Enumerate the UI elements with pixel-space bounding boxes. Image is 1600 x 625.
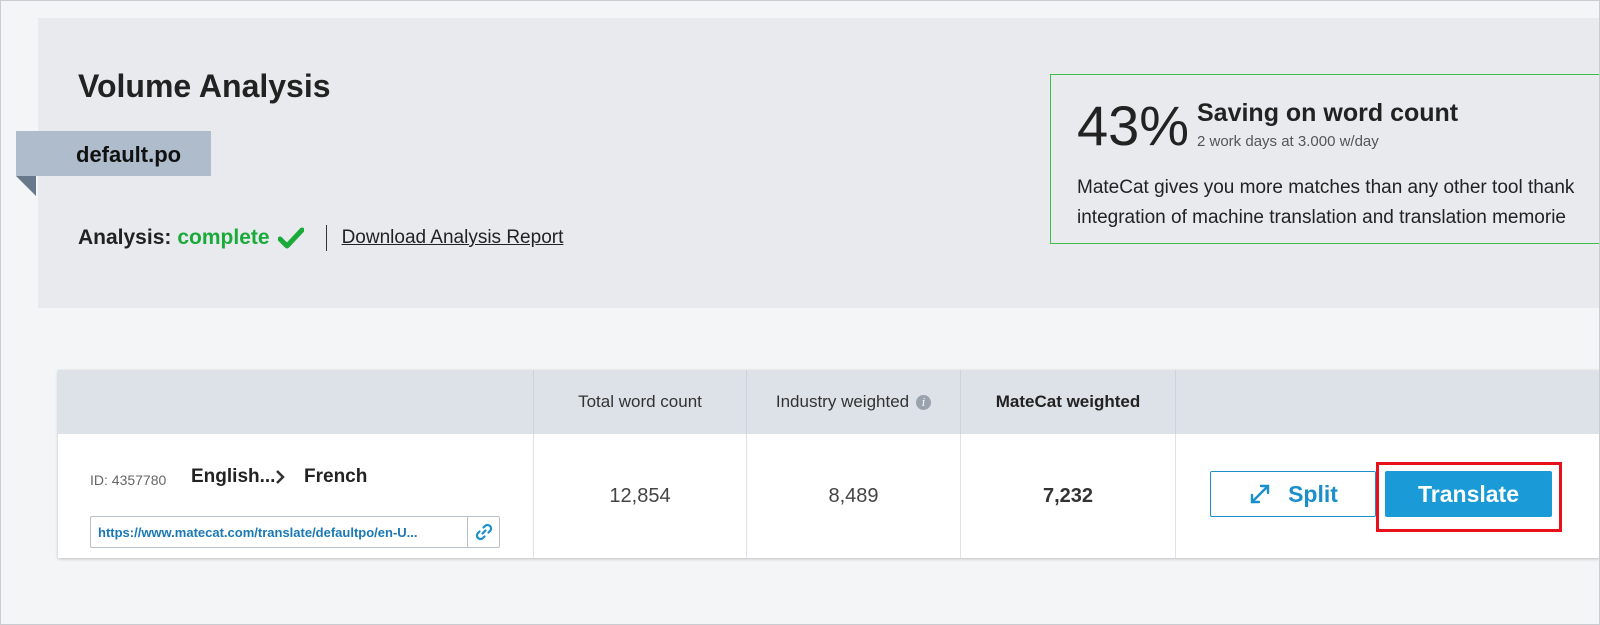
header-total-word-count: Total word count: [534, 370, 747, 434]
table-header: Total word count Industry weighted i Mat…: [58, 370, 1600, 434]
expand-arrows-icon: [1250, 484, 1270, 504]
header-industry-label: Industry weighted: [775, 392, 910, 411]
info-icon[interactable]: i: [916, 394, 932, 410]
header-total-label: Total word count: [578, 392, 702, 411]
saving-description: MateCat gives you more matches than any …: [1077, 173, 1600, 233]
job-id: ID: 4357780: [90, 472, 167, 488]
source-language: English...: [191, 466, 276, 487]
page-title: Volume Analysis: [78, 68, 331, 104]
header-job: [58, 370, 534, 434]
actions-cell: Split Translate: [1176, 434, 1600, 558]
saving-description-line-2: integration of machine translation and t…: [1077, 207, 1566, 228]
analysis-label: Analysis:: [78, 226, 172, 249]
divider: [325, 225, 327, 251]
header-matecat-weighted: MateCat weighted: [961, 370, 1176, 434]
header-matecat-label: MateCat weighted: [995, 392, 1141, 411]
analysis-status-line: Analysis: complete Download Analysis Rep…: [78, 225, 563, 251]
table-row: ID: 4357780 English... French https://ww…: [58, 434, 1600, 558]
file-name-tag: default.po: [16, 131, 211, 176]
split-button[interactable]: Split: [1210, 471, 1376, 517]
target-language: French: [304, 466, 368, 487]
translate-button[interactable]: Translate: [1385, 471, 1552, 517]
download-analysis-report-link[interactable]: Download Analysis Report: [342, 227, 564, 249]
saving-subtitle: 2 work days at 3.000 w/day: [1197, 133, 1379, 150]
header-actions: [1176, 370, 1600, 434]
check-icon: [277, 227, 304, 249]
job-info-cell: ID: 4357780 English... French https://ww…: [58, 434, 534, 558]
saving-description-line-1: MateCat gives you more matches than any …: [1077, 177, 1575, 198]
saving-title: Saving on word count: [1197, 99, 1459, 127]
total-word-count-value: 12,854: [534, 434, 747, 558]
split-label: Split: [1288, 480, 1338, 507]
chevron-right-icon: [276, 470, 285, 484]
job-table: Total word count Industry weighted i Mat…: [58, 370, 1600, 558]
copy-link-button[interactable]: [467, 517, 499, 547]
saving-panel: 43% Saving on word count 2 work days at …: [1050, 74, 1600, 244]
matecat-weighted-value: 7,232: [961, 434, 1176, 558]
link-icon: [475, 523, 492, 541]
analysis-header-panel: Volume Analysis default.po Analysis: com…: [16, 18, 1600, 308]
industry-weighted-value: 8,489: [747, 434, 961, 558]
header-industry-weighted: Industry weighted i: [747, 370, 961, 434]
saving-percent: 43%: [1077, 94, 1190, 157]
job-url[interactable]: https://www.matecat.com/translate/defaul…: [91, 517, 467, 547]
analysis-status: complete: [177, 226, 270, 249]
file-tag-fold: [16, 176, 36, 196]
job-url-field[interactable]: https://www.matecat.com/translate/defaul…: [90, 516, 500, 548]
